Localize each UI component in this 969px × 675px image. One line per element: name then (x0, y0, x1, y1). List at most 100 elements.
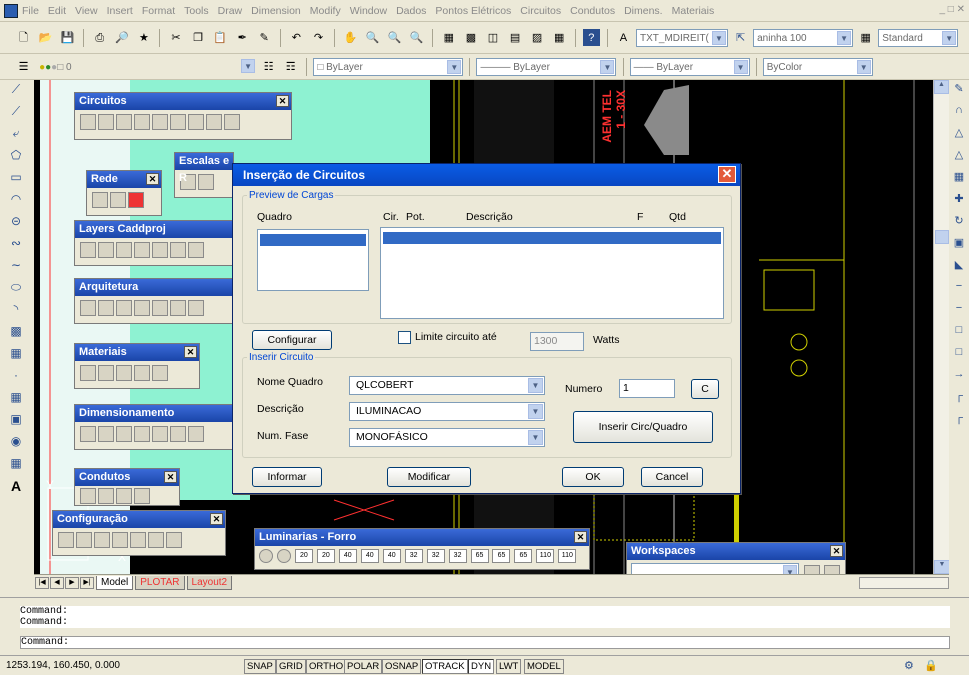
join-icon[interactable]: □ (951, 346, 967, 364)
menu-dimens[interactable]: Dimens. (624, 5, 663, 17)
layer-tool-icon[interactable] (188, 242, 204, 258)
luminaria-round-icon[interactable] (276, 549, 291, 563)
revcloud-icon[interactable]: ∾ (8, 236, 24, 254)
luminaria-40-button[interactable]: 40 (382, 549, 401, 563)
menu-draw[interactable]: Draw (218, 5, 243, 17)
rede-tool-icon[interactable] (110, 192, 126, 208)
circuito-tool-icon[interactable] (206, 114, 222, 130)
matchprop-icon[interactable]: ✒ (234, 29, 251, 46)
rectangle-icon[interactable]: ▭ (8, 170, 24, 188)
rede-tool-icon[interactable] (92, 192, 108, 208)
circuito-tool-icon[interactable] (98, 114, 114, 130)
snap-toggle[interactable]: SNAP (244, 659, 276, 674)
arquitetura-tool-icon[interactable] (134, 300, 150, 316)
menu-insert[interactable]: Insert (107, 5, 133, 17)
numero-input[interactable]: 1 (619, 379, 675, 398)
layer-tool-icon[interactable] (170, 242, 186, 258)
config-tool-icon[interactable] (166, 532, 182, 548)
arquitetura-tool-icon[interactable] (116, 300, 132, 316)
polar-toggle[interactable]: POLAR (344, 659, 383, 674)
arc-icon[interactable]: ◠ (8, 192, 24, 210)
chamfer-icon[interactable]: → (951, 368, 967, 386)
cut-icon[interactable]: ✂ (168, 29, 185, 46)
undo-icon[interactable]: ↶ (288, 29, 305, 46)
tab-layout2[interactable]: Layout2 (186, 575, 233, 590)
menu-view[interactable]: View (75, 5, 98, 17)
extend-icon[interactable]: − (951, 302, 967, 320)
luminaria-32-button[interactable]: 32 (404, 549, 423, 563)
dim-tool-icon[interactable] (98, 426, 114, 442)
arquitetura-tool-icon[interactable] (152, 300, 168, 316)
offset-icon[interactable]: △ (951, 148, 967, 166)
menu-condutos[interactable]: Condutos (570, 5, 615, 17)
mirror-icon[interactable]: △ (951, 126, 967, 144)
make-current-icon[interactable]: ☷ (260, 58, 277, 75)
luminaria-65-button[interactable]: 65 (514, 549, 533, 563)
dim-tool-icon[interactable] (80, 426, 96, 442)
menu-dimension[interactable]: Dimension (251, 5, 301, 17)
limite-watts-input[interactable]: 1300 (530, 332, 584, 351)
c-button[interactable]: C (691, 379, 719, 399)
last-tab-icon[interactable]: ▶| (80, 576, 94, 589)
paste-icon[interactable]: 📋 (212, 29, 229, 46)
material-tool-icon[interactable] (134, 365, 150, 381)
modificar-button[interactable]: Modificar (387, 467, 471, 487)
command-input[interactable]: Command: (20, 636, 950, 649)
scale-icon[interactable]: ▣ (951, 236, 967, 254)
scroll-up-icon[interactable]: ▲ (934, 80, 949, 94)
luminaria-40-button[interactable]: 40 (360, 549, 379, 563)
layer-manager-icon[interactable]: ☰ (15, 58, 32, 75)
copy-obj-icon[interactable]: ∩ (951, 104, 967, 122)
circuito-tool-icon[interactable] (134, 114, 150, 130)
list-item[interactable] (383, 232, 721, 244)
config-tool-icon[interactable] (76, 532, 92, 548)
layer-previous-icon[interactable]: ☶ (282, 58, 299, 75)
markup-icon[interactable]: ▨ (529, 29, 546, 46)
luminaria-65-button[interactable]: 65 (470, 549, 489, 563)
preview-icon[interactable]: 🔎 (113, 29, 130, 46)
dim-tool-icon[interactable] (134, 426, 150, 442)
escala-tool-icon[interactable] (198, 174, 214, 190)
material-tool-icon[interactable] (152, 365, 168, 381)
close-icon[interactable]: ✕ (164, 471, 177, 483)
arquitetura-tool-icon[interactable] (98, 300, 114, 316)
circuito-tool-icon[interactable] (224, 114, 240, 130)
open-icon[interactable]: 📂 (37, 29, 54, 46)
calculator-icon[interactable]: ▦ (551, 29, 568, 46)
layer-tool-icon[interactable] (134, 242, 150, 258)
vertical-scrollbar[interactable]: ▲ ▼ (933, 80, 949, 574)
help-icon[interactable]: ? (582, 29, 600, 46)
xline-icon[interactable]: ⟋ (8, 104, 24, 122)
move-icon[interactable]: ✚ (951, 192, 967, 210)
close-icon[interactable]: ✕ (830, 545, 843, 557)
close-icon[interactable]: ✕ (276, 95, 289, 107)
config-tool-icon[interactable] (58, 532, 74, 548)
rede-tool-icon[interactable] (128, 192, 144, 208)
cancel-button[interactable]: Cancel (641, 467, 703, 487)
list-item[interactable] (260, 234, 366, 246)
menu-modify[interactable]: Modify (310, 5, 341, 17)
plotstyle-combo[interactable]: ByColor ▼ (762, 58, 873, 77)
insert-block-icon[interactable]: ▩ (8, 324, 24, 342)
circuitos-list[interactable] (380, 227, 724, 319)
configurar-button[interactable]: Configurar (252, 330, 332, 350)
menu-dados[interactable]: Dados (396, 5, 426, 17)
config-tool-icon[interactable] (94, 532, 110, 548)
luminaria-round-icon[interactable] (259, 549, 273, 563)
nome-quadro-select[interactable]: QLCOBERT ▼ (349, 376, 545, 395)
informar-button[interactable]: Informar (252, 467, 322, 487)
material-tool-icon[interactable] (98, 365, 114, 381)
properties-icon[interactable]: ▦ (440, 29, 457, 46)
layer-tool-icon[interactable] (152, 242, 168, 258)
circuito-tool-icon[interactable] (170, 114, 186, 130)
horizontal-scrollbar[interactable] (859, 576, 949, 589)
rotate-icon[interactable]: ↻ (951, 214, 967, 232)
luminaria-110-button[interactable]: 110 (536, 549, 555, 563)
menu-file[interactable]: File (22, 5, 39, 17)
lwt-toggle[interactable]: LWT (496, 659, 522, 674)
arquitetura-tool-icon[interactable] (80, 300, 96, 316)
line-icon[interactable]: ⟋ (8, 82, 24, 100)
menu-materiais[interactable]: Materiais (672, 5, 715, 17)
tab-plotar[interactable]: PLOTAR (135, 575, 185, 590)
menu-tools[interactable]: Tools (184, 5, 209, 17)
